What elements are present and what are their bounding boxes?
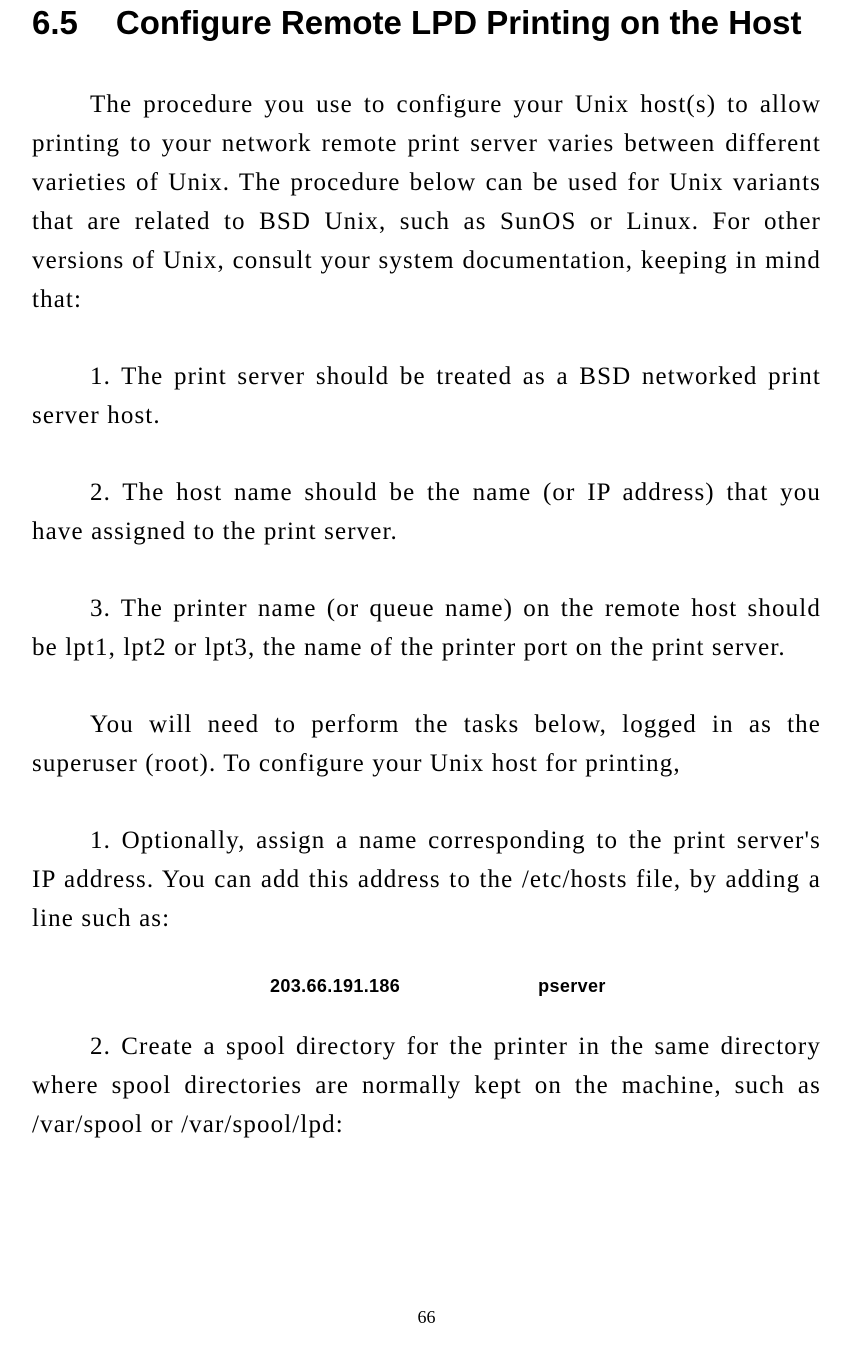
intro-paragraph: The procedure you use to configure your … <box>32 85 821 319</box>
page-number: 66 <box>0 1307 853 1328</box>
section-title: Configure Remote LPD Printing on the Hos… <box>116 2 821 45</box>
step-2: 2. Create a spool directory for the prin… <box>32 1027 821 1144</box>
step-1: 1. Optionally, assign a name correspondi… <box>32 821 821 938</box>
note-item-1: 1. The print server should be treated as… <box>32 357 821 435</box>
section-number: 6.5 <box>32 2 78 45</box>
example-ip: 203.66.191.186 <box>270 976 400 996</box>
note-item-2: 2. The host name should be the name (or … <box>32 473 821 551</box>
hosts-file-example: 203.66.191.186 pserver <box>32 976 821 997</box>
section-heading: 6.5 Configure Remote LPD Printing on the… <box>32 0 821 45</box>
tasks-intro-paragraph: You will need to perform the tasks below… <box>32 705 821 783</box>
example-hostname: pserver <box>538 976 606 996</box>
note-item-3: 3. The printer name (or queue name) on t… <box>32 589 821 667</box>
